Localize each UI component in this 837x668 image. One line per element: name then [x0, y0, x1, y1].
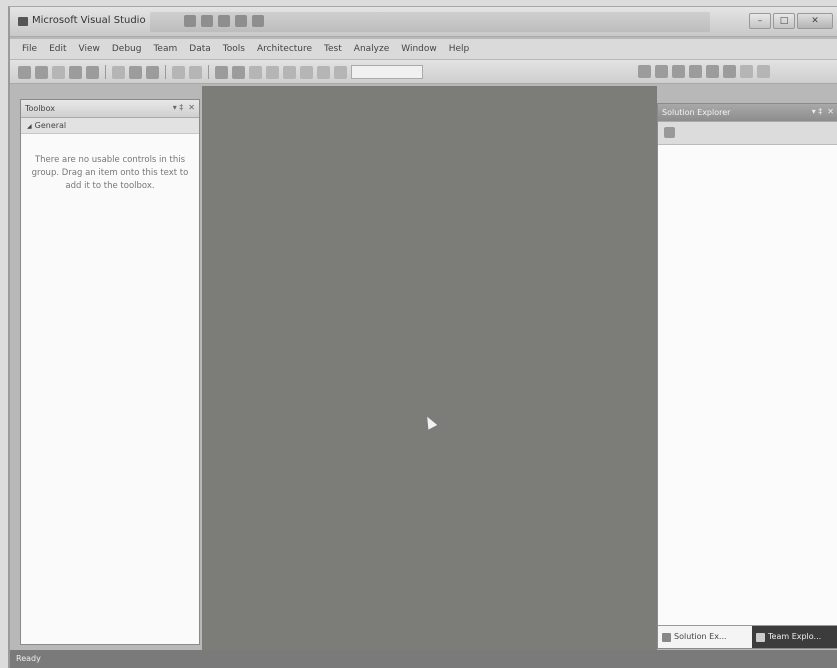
editor-area[interactable]	[202, 86, 657, 651]
menu-architecture[interactable]: Architecture	[251, 44, 318, 54]
menu-window[interactable]: Window	[395, 44, 443, 54]
toolbar-left-group	[18, 65, 423, 79]
command-window-icon[interactable]	[740, 65, 753, 78]
add-item-icon[interactable]	[35, 65, 48, 79]
toolbox-empty-message: There are no usable controls in this gro…	[31, 155, 189, 191]
toolbox-header[interactable]: Toolbox ▾ ‡ ✕	[21, 100, 199, 118]
start-debugging-icon[interactable]	[249, 65, 262, 79]
menu-edit[interactable]: Edit	[43, 44, 72, 54]
window-title: Microsoft Visual Studio	[32, 15, 146, 26]
toolbar-options-icon[interactable]	[757, 65, 770, 78]
start-page-icon[interactable]	[706, 65, 719, 78]
maximize-button[interactable]: □	[773, 13, 795, 29]
tab-label: Solution Ex...	[674, 632, 727, 641]
solution-explorer-panel: Solution Explorer ▾ ‡ ✕ Solution Ex... T…	[657, 103, 837, 649]
menu-test[interactable]: Test	[318, 44, 348, 54]
toolbar-separator	[208, 65, 209, 79]
solution-explorer-header-controls: ▾ ‡ ✕	[812, 107, 834, 116]
toolbox-toolbar-icon[interactable]	[689, 65, 702, 78]
find-icon[interactable]	[334, 65, 347, 79]
bookmark-icon[interactable]	[317, 65, 330, 79]
paste-icon[interactable]	[146, 65, 159, 79]
properties-icon[interactable]	[664, 127, 675, 138]
menu-analyze[interactable]: Analyze	[348, 44, 395, 54]
minimize-button[interactable]: –	[749, 13, 771, 29]
menu-team[interactable]: Team	[147, 44, 183, 54]
standard-toolbar	[10, 60, 837, 84]
comment-icon[interactable]	[283, 65, 296, 79]
quick-access-icon[interactable]	[235, 15, 247, 27]
toolbox-group-general[interactable]: ◢ General	[21, 118, 199, 134]
title-bar: Microsoft Visual Studio – □ ✕	[10, 7, 837, 37]
save-all-icon[interactable]	[86, 65, 99, 79]
close-icon[interactable]: ✕	[188, 103, 195, 112]
status-bar: Ready	[10, 650, 837, 668]
toolbar-separator	[165, 65, 166, 79]
undo-icon[interactable]	[172, 65, 185, 79]
open-file-icon[interactable]	[52, 65, 65, 79]
close-icon[interactable]: ✕	[827, 107, 834, 116]
title-bar-strip	[150, 12, 710, 32]
copy-icon[interactable]	[129, 65, 142, 79]
solution-explorer-toolbar-icon[interactable]	[638, 65, 651, 78]
pin-icon[interactable]: ▾ ‡	[812, 107, 823, 116]
status-text: Ready	[16, 654, 41, 663]
build-icon[interactable]	[266, 65, 279, 79]
quick-access-icon[interactable]	[201, 15, 213, 27]
pin-icon[interactable]: ▾ ‡	[173, 103, 184, 112]
quick-access-icons	[184, 15, 264, 27]
cut-icon[interactable]	[112, 65, 125, 79]
extension-manager-icon[interactable]	[723, 65, 736, 78]
toolbox-panel: Toolbox ▾ ‡ ✕ ◢ General There are no usab…	[20, 99, 200, 645]
collapse-triangle-icon: ◢	[27, 123, 32, 130]
quick-access-icon[interactable]	[252, 15, 264, 27]
menu-data[interactable]: Data	[183, 44, 217, 54]
solution-explorer-toolbar	[658, 122, 837, 145]
toolbar-right-group	[638, 65, 770, 78]
navigate-back-icon[interactable]	[215, 65, 228, 79]
solution-explorer-header[interactable]: Solution Explorer ▾ ‡ ✕	[658, 104, 837, 122]
save-icon[interactable]	[69, 65, 82, 79]
menu-help[interactable]: Help	[443, 44, 476, 54]
redo-icon[interactable]	[189, 65, 202, 79]
solution-explorer-title: Solution Explorer	[662, 108, 731, 117]
team-explorer-icon	[756, 632, 765, 642]
uncomment-icon[interactable]	[300, 65, 313, 79]
object-browser-icon[interactable]	[672, 65, 685, 78]
menu-bar: File Edit View Debug Team Data Tools Arc…	[10, 39, 837, 59]
toolbox-header-controls: ▾ ‡ ✕	[173, 103, 195, 112]
visual-studio-window: Microsoft Visual Studio – □ ✕ File Edit …	[8, 6, 837, 668]
menu-tools[interactable]: Tools	[217, 44, 251, 54]
solution-explorer-tabs: Solution Ex... Team Explo...	[658, 625, 837, 648]
find-combo-box[interactable]	[351, 65, 423, 79]
mouse-cursor-icon	[422, 414, 438, 430]
toolbox-title: Toolbox	[25, 104, 55, 113]
navigate-forward-icon[interactable]	[232, 65, 245, 79]
tab-label: Team Explo...	[768, 632, 822, 641]
properties-icon[interactable]	[655, 65, 668, 78]
window-controls: – □ ✕	[749, 13, 833, 29]
close-button[interactable]: ✕	[797, 13, 833, 29]
menu-file[interactable]: File	[16, 44, 43, 54]
quick-access-icon[interactable]	[184, 15, 196, 27]
toolbox-group-label: General	[34, 121, 67, 130]
new-project-icon[interactable]	[18, 65, 31, 79]
toolbar-separator	[105, 65, 106, 79]
visual-studio-icon	[18, 17, 28, 26]
menu-view[interactable]: View	[73, 44, 106, 54]
quick-access-icon[interactable]	[218, 15, 230, 27]
solution-icon	[662, 632, 671, 642]
tab-solution-explorer[interactable]: Solution Ex...	[658, 626, 752, 648]
tab-team-explorer[interactable]: Team Explo...	[752, 626, 837, 648]
menu-debug[interactable]: Debug	[106, 44, 148, 54]
